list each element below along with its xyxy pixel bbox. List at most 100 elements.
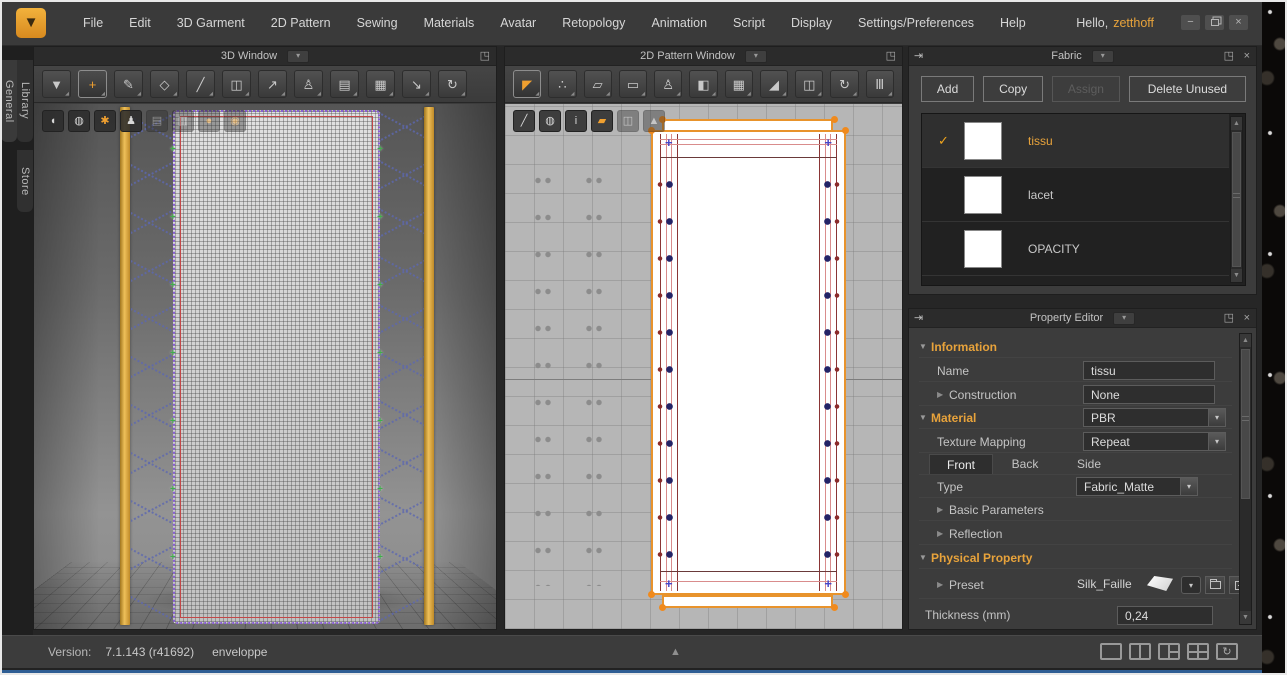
preset-dropdown-button[interactable]: ▾ <box>1181 576 1201 594</box>
pattern-corner-handle[interactable] <box>842 591 849 598</box>
layout-single-icon[interactable] <box>1100 643 1122 660</box>
preset-open-folder-button[interactable] <box>1205 576 1225 594</box>
pattern-corner-handle[interactable] <box>648 591 655 598</box>
restore-button[interactable] <box>1205 15 1224 30</box>
left-pole[interactable] <box>120 107 130 625</box>
menu-item-edit[interactable]: Edit <box>116 12 164 34</box>
menu-item-materials[interactable]: Materials <box>411 12 488 34</box>
triangle-open-icon[interactable]: ▼ <box>919 342 931 351</box>
username[interactable]: zetthoff <box>1113 16 1154 30</box>
3d-window-titlebar[interactable]: 3D Window ▾ ◳ <box>34 47 496 66</box>
layout-two-pane-icon[interactable] <box>1129 643 1151 660</box>
triangle-closed-icon[interactable]: ▶ <box>937 505 949 514</box>
menu-item-display[interactable]: Display <box>778 12 845 34</box>
layout-four-pane-icon[interactable] <box>1187 643 1209 660</box>
2d-window-menu-dropdown[interactable]: ▾ <box>745 50 767 63</box>
arrange-icon[interactable]: ▲ <box>643 110 665 132</box>
menu-item-retopology[interactable]: Retopology <box>549 12 638 34</box>
minimize-button[interactable]: − <box>1181 15 1200 30</box>
property-editor-menu-dropdown[interactable]: ▾ <box>1113 312 1135 325</box>
property-editor-titlebar[interactable]: ⇥ Property Editor ▾ ◳ × <box>909 309 1256 328</box>
menu-item-file[interactable]: File <box>70 12 116 34</box>
menu-item-avatar[interactable]: Avatar <box>487 12 549 34</box>
select-brush-icon[interactable]: ✎ <box>114 70 143 98</box>
chevron-down-icon[interactable]: ▾ <box>1208 433 1225 450</box>
transform-pattern-icon[interactable]: ◤ <box>513 70 541 98</box>
fabric-item-opacity[interactable]: OPACITY <box>922 222 1229 276</box>
side-tab-general[interactable]: General <box>1 60 17 142</box>
scrollbar-thumb[interactable] <box>1232 132 1241 267</box>
side-tab-library[interactable]: Library <box>17 60 33 142</box>
fabric-swatch[interactable] <box>964 230 1002 268</box>
triangle-closed-icon[interactable]: ▶ <box>937 580 949 589</box>
row-basic-parameters[interactable]: ▶ Basic Parameters <box>919 499 1232 521</box>
sewing-machine-icon[interactable]: ▤ <box>330 70 359 98</box>
material-type-dropdown[interactable]: Fabric_Matte ▾ <box>1076 477 1198 496</box>
fabric-scrollbar[interactable]: ▲ ▼ <box>1230 116 1243 283</box>
fabric-sheet-icon[interactable]: ▰ <box>591 110 613 132</box>
pleats-tool-icon[interactable]: Ⅲ <box>866 70 894 98</box>
simulate-icon[interactable]: ▼ <box>42 70 71 98</box>
3d-window-menu-dropdown[interactable]: ▾ <box>287 50 309 63</box>
garment-view-icon[interactable]: ◍ <box>539 110 561 132</box>
scroll-up-icon[interactable]: ▲ <box>1231 117 1242 130</box>
fabric-collapse-icon[interactable]: ⇥ <box>914 49 923 63</box>
2d-window-undock-icon[interactable]: ◳ <box>886 49 896 63</box>
property-editor-scrollbar[interactable]: ▲ ▼ <box>1239 333 1252 625</box>
pattern-corner-handle[interactable] <box>659 604 666 611</box>
fabric-swatch[interactable] <box>964 122 1002 160</box>
sewing-tool-icon[interactable]: ◧ <box>689 70 717 98</box>
menu-item-help[interactable]: Help <box>987 12 1039 34</box>
steam-tool-icon[interactable]: ↻ <box>830 70 858 98</box>
2d-window-titlebar[interactable]: 2D Pattern Window ▾ ◳ <box>505 47 902 66</box>
layout-reset-icon[interactable]: ↻ <box>1216 643 1238 660</box>
show-avatar-icon[interactable]: ◖ <box>42 110 64 132</box>
show-garment-icon[interactable]: ◍ <box>68 110 90 132</box>
menu-item-settings-preferences[interactable]: Settings/Preferences <box>845 12 987 34</box>
3d-window-undock-icon[interactable]: ◳ <box>480 49 490 63</box>
show-board-b-icon[interactable]: ▥ <box>172 110 194 132</box>
tack-on-avatar-icon[interactable]: ↘ <box>402 70 431 98</box>
menu-item-2d-pattern[interactable]: 2D Pattern <box>258 12 344 34</box>
pattern-corner-handle[interactable] <box>842 127 849 134</box>
create-polygon-icon[interactable]: ▱ <box>584 70 612 98</box>
section-physical-property[interactable]: ▼ Physical Property <box>919 547 1232 569</box>
delete-unused-button[interactable]: Delete Unused <box>1129 76 1246 102</box>
statusbar-expand-icon[interactable]: ▲ <box>670 646 681 658</box>
shader-dropdown[interactable]: PBR ▾ <box>1083 408 1226 427</box>
show-particles-icon[interactable]: ✱ <box>94 110 116 132</box>
tab-side[interactable]: Side <box>1057 454 1121 474</box>
copy-button[interactable]: Copy <box>983 76 1043 102</box>
fabric-item-lacet[interactable]: lacet <box>922 168 1229 222</box>
quad-mesh-icon[interactable]: ▦ <box>366 70 395 98</box>
fold-arrangement-icon[interactable]: ↻ <box>438 70 467 98</box>
show-wire-sphere-icon[interactable]: ◉ <box>224 110 246 132</box>
texture-mapping-dropdown[interactable]: Repeat ▾ <box>1083 432 1226 451</box>
iron-tool-icon[interactable]: ◢ <box>760 70 788 98</box>
needle-view-icon[interactable]: ╱ <box>513 110 535 132</box>
scroll-up-icon[interactable]: ▲ <box>1240 334 1251 347</box>
fabric-undock-icon[interactable]: ◳ <box>1224 49 1234 63</box>
tab-front[interactable]: Front <box>929 454 993 474</box>
pin-icon[interactable]: ╱ <box>186 70 215 98</box>
info-view-icon[interactable]: i <box>565 110 587 132</box>
scroll-down-icon[interactable]: ▼ <box>1231 269 1242 282</box>
show-head-icon[interactable]: ● <box>198 110 220 132</box>
close-button[interactable]: × <box>1229 15 1248 30</box>
menu-item-3d-garment[interactable]: 3D Garment <box>164 12 258 34</box>
layout-three-pane-icon[interactable] <box>1158 643 1180 660</box>
show-bust-icon[interactable]: ♟ <box>120 110 142 132</box>
pattern-bottom-flap[interactable] <box>662 595 833 608</box>
2d-viewport[interactable]: + + + + ╱◍i▰◫▲ <box>505 104 902 629</box>
select-move-icon[interactable]: + <box>78 70 107 98</box>
scrollbar-thumb[interactable] <box>1241 349 1250 499</box>
right-pole[interactable] <box>424 107 434 625</box>
clone-garment-icon[interactable]: ◫ <box>222 70 251 98</box>
fabric-menu-dropdown[interactable]: ▾ <box>1092 50 1114 63</box>
3d-viewport[interactable]: ++++++++++++++ ◖◍✱♟▤▥●◉ <box>34 104 496 629</box>
chevron-down-icon[interactable]: ▾ <box>1180 478 1197 495</box>
tab-back[interactable]: Back <box>993 454 1057 474</box>
add-button[interactable]: Add <box>921 76 974 102</box>
property-editor-undock-icon[interactable]: ◳ <box>1224 311 1234 325</box>
scroll-down-icon[interactable]: ▼ <box>1240 611 1251 624</box>
